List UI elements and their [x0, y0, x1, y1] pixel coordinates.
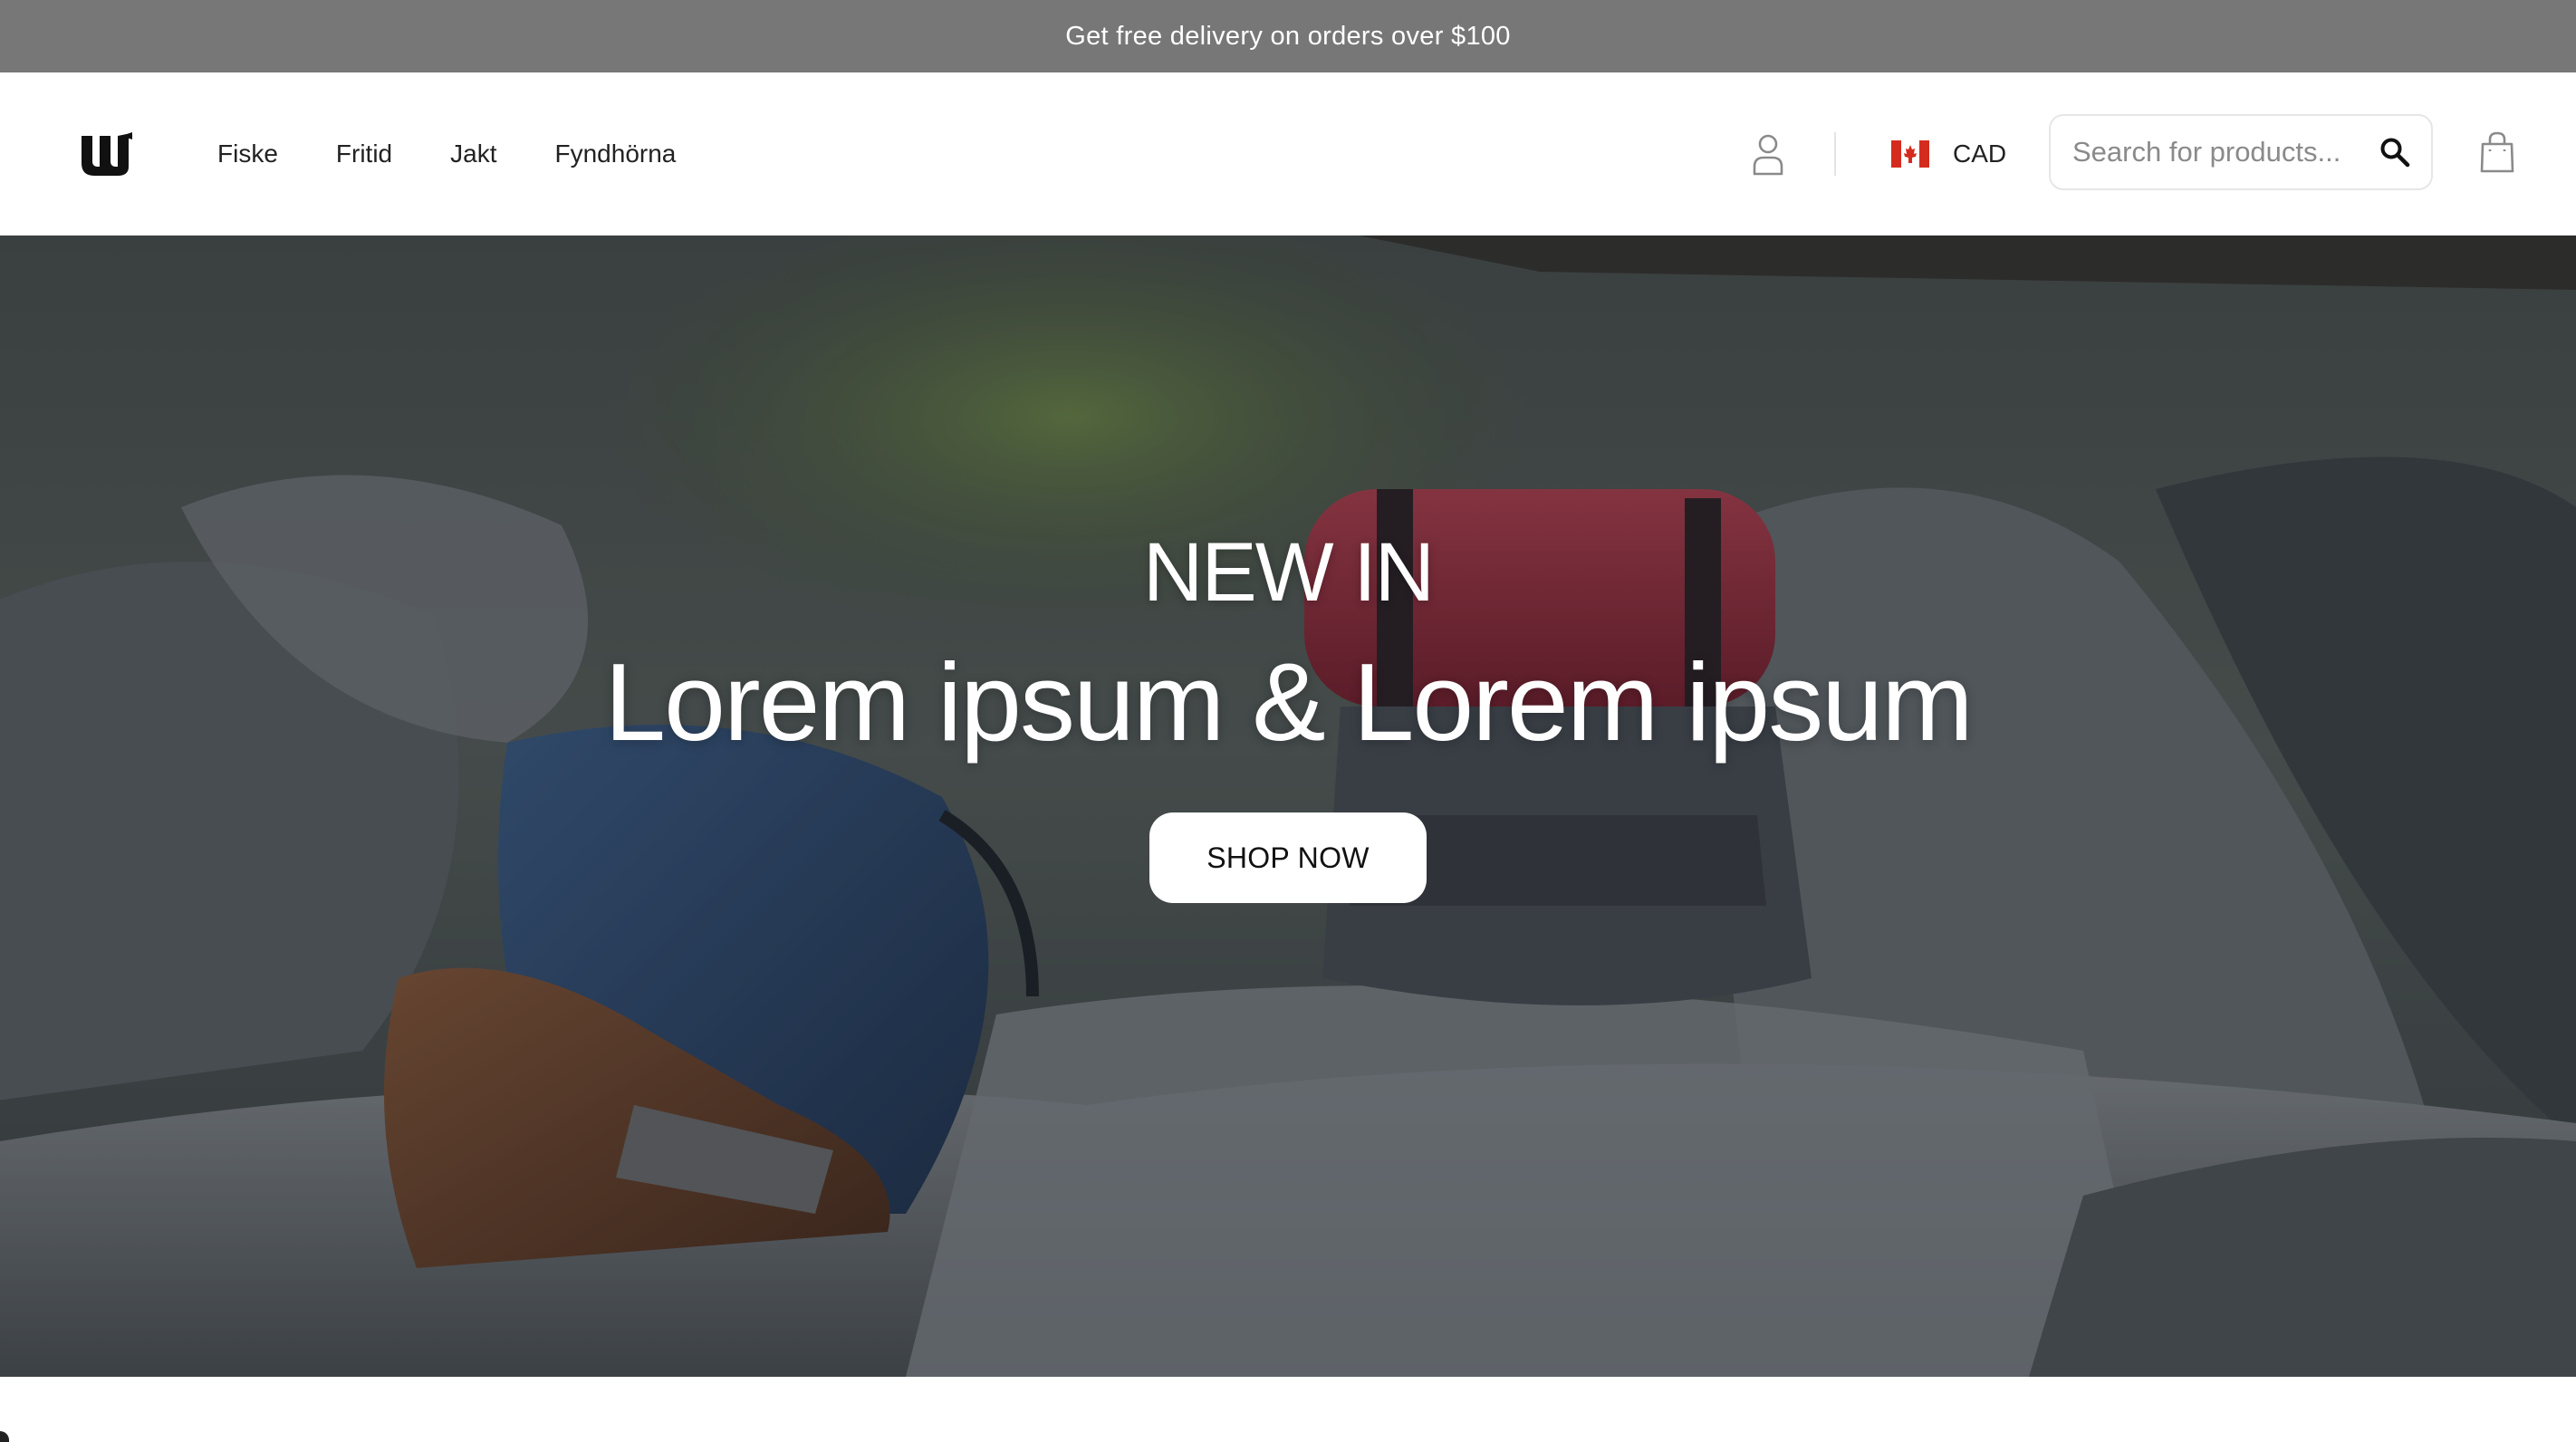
search-button[interactable] — [2377, 134, 2413, 170]
nav-item-fiske[interactable]: Fiske — [217, 139, 278, 168]
nav-item-fritid[interactable]: Fritid — [336, 139, 392, 168]
shop-now-button[interactable]: SHOP NOW — [1149, 812, 1427, 903]
canada-flag-icon — [1891, 140, 1929, 168]
currency-selector[interactable]: CAD — [1891, 127, 2006, 181]
logo-icon — [82, 132, 132, 176]
account-button[interactable] — [1748, 129, 1788, 179]
hero-headline: Lorem ipsum & Lorem ipsum — [604, 640, 1973, 764]
content-below-hero — [0, 1377, 2576, 1442]
main-nav: Fiske Fritid Jakt Fyndhörna — [217, 72, 734, 236]
hero-eyebrow: NEW IN — [1142, 526, 1435, 619]
search-box — [2049, 114, 2433, 190]
hero-content: NEW IN Lorem ipsum & Lorem ipsum SHOP NO… — [0, 236, 2576, 1377]
search-input[interactable] — [2072, 136, 2377, 168]
brand-logo[interactable] — [80, 130, 134, 178]
hero-banner: NEW IN Lorem ipsum & Lorem ipsum SHOP NO… — [0, 236, 2576, 1377]
cart-button[interactable] — [2476, 127, 2518, 178]
announcement-bar: Get free delivery on orders over $100 — [0, 0, 2576, 72]
user-icon — [1753, 134, 1783, 176]
site-header: Fiske Fritid Jakt Fyndhörna CAD — [0, 72, 2576, 236]
nav-item-fyndhorna[interactable]: Fyndhörna — [555, 139, 677, 168]
search-icon — [2380, 138, 2410, 168]
header-divider — [1834, 132, 1836, 176]
nav-item-jakt[interactable]: Jakt — [450, 139, 496, 168]
shopping-bag-icon — [2480, 131, 2514, 173]
announcement-text: Get free delivery on orders over $100 — [1065, 21, 1511, 51]
currency-code: CAD — [1953, 139, 2007, 168]
